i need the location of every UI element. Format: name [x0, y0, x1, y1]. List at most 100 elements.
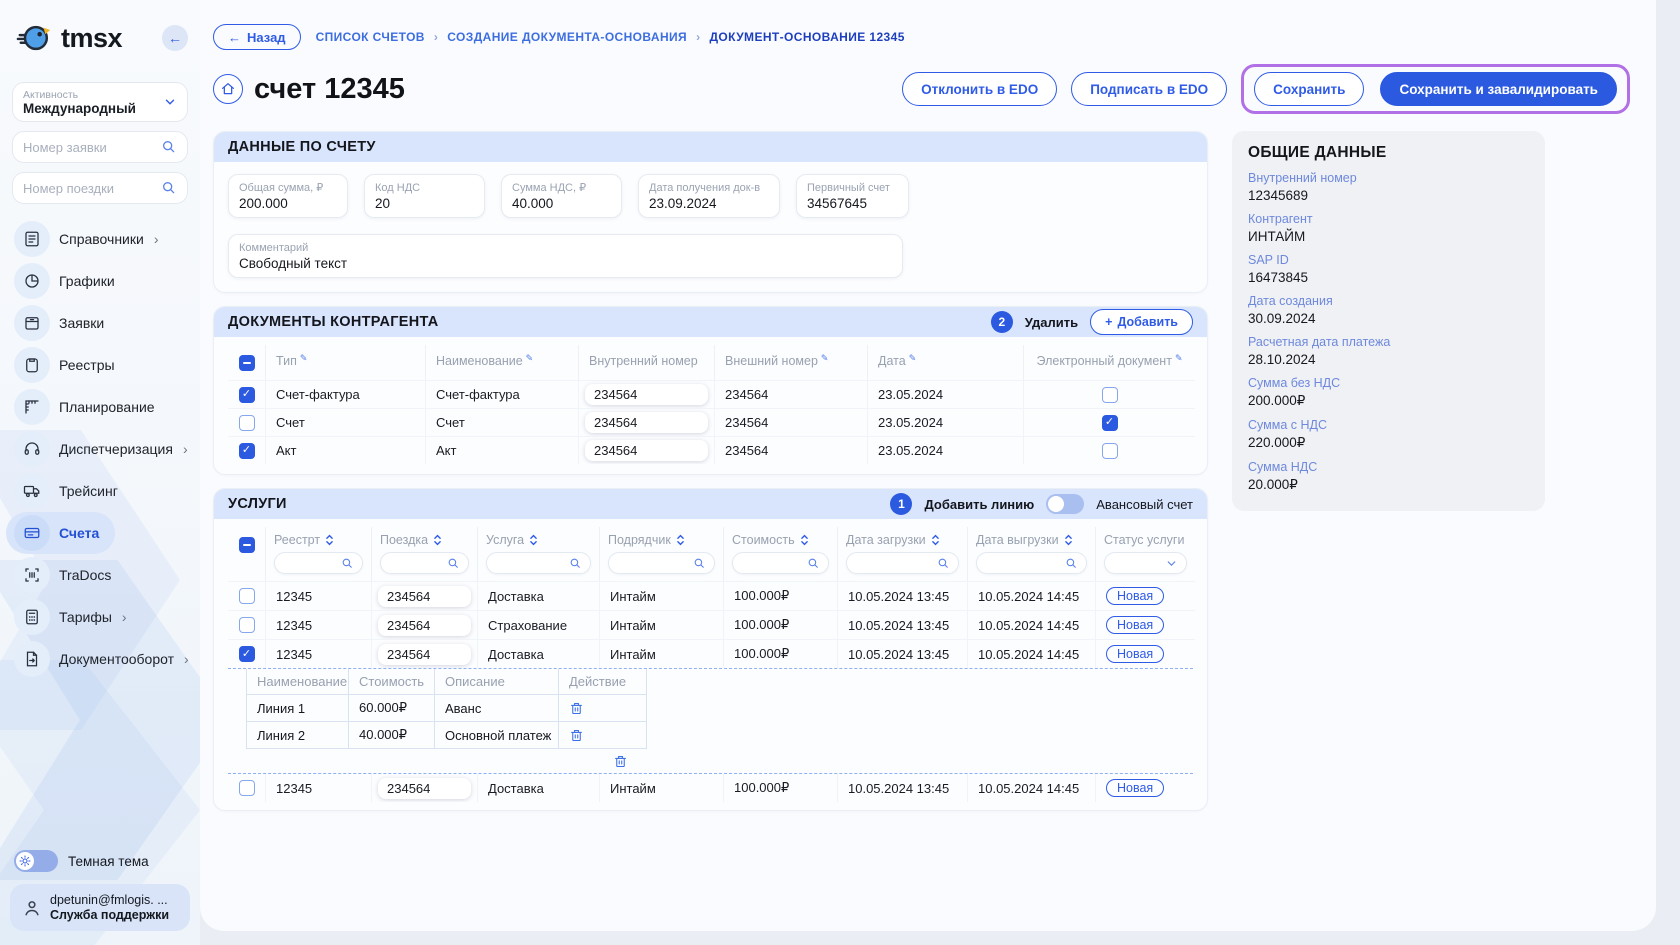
breadcrumb-create-base-document[interactable]: СОЗДАНИЕ ДОКУМЕНТА-ОСНОВАНИЯ [447, 30, 687, 44]
sort-icon[interactable] [800, 533, 809, 547]
logo-text: tmsx [61, 22, 123, 53]
cost-filter-input[interactable] [741, 556, 807, 570]
status-badge: Новая [1106, 587, 1165, 605]
arrow-left-icon: ← [168, 30, 182, 46]
internal-number-input[interactable]: 234564 [585, 384, 708, 405]
sign-edo-button[interactable]: Подписать в EDO [1071, 72, 1228, 106]
delete-documents-button[interactable]: Удалить [1025, 315, 1078, 330]
row-checkbox[interactable] [238, 442, 255, 459]
column-filter [380, 552, 469, 574]
search-icon [161, 180, 177, 196]
row-checkbox[interactable] [238, 780, 255, 796]
delete-line-button[interactable] [569, 728, 584, 743]
panel-title: УСЛУГИ [228, 496, 287, 512]
row-checkbox[interactable] [238, 617, 255, 633]
sort-icon[interactable] [1064, 533, 1073, 547]
chevron-down-icon [163, 95, 177, 109]
advance-invoice-toggle[interactable] [1046, 494, 1085, 514]
documents-table: Тип ✎ Наименование ✎ Внутренний номер Внеш… [228, 345, 1195, 464]
home-button[interactable] [213, 74, 243, 104]
vat-amount-field[interactable]: Сумма НДС, ₽ 40.000 [501, 174, 622, 218]
sidebar-item-tarify[interactable]: Тарифы › [6, 596, 194, 638]
trash-icon [614, 755, 626, 768]
registry-filter-input[interactable] [283, 556, 341, 570]
table-row [228, 774, 265, 802]
table-row [228, 436, 265, 464]
service-filter-input[interactable] [495, 556, 569, 570]
delete-expanded-row-button[interactable] [613, 754, 628, 769]
unload-date-filter-input[interactable] [985, 556, 1065, 570]
sidebar-item-tradocs[interactable]: TraDocs [6, 554, 194, 596]
activity-select[interactable]: Активность Международный [12, 82, 188, 122]
edoc-checkbox[interactable] [1101, 442, 1118, 459]
search-icon [807, 557, 820, 570]
edoc-checkbox[interactable] [1101, 414, 1118, 431]
truck-icon [14, 473, 50, 509]
sidebar-item-dispetcherizaciya[interactable]: Диспетчеризация › [6, 428, 194, 470]
sort-icon[interactable] [433, 533, 442, 547]
internal-number-input[interactable]: 234564 [585, 440, 708, 461]
trip-number-input[interactable]: 234564 [378, 614, 471, 636]
contractor-filter-input[interactable] [617, 556, 693, 570]
invoice-data-panel: ДАННЫЕ ПО СЧЕТУ Общая сумма, ₽ 200.000 К… [213, 131, 1208, 293]
breadcrumb-invoices-list[interactable]: СПИСОК СЧЕТОВ [316, 30, 425, 44]
back-button[interactable]: ← Назад [213, 24, 301, 50]
row-checkbox[interactable] [238, 588, 255, 604]
status-filter-select[interactable] [1104, 552, 1187, 574]
edoc-checkbox[interactable] [1101, 386, 1118, 403]
comment-field[interactable]: Комментарий Свободный текст [228, 234, 903, 278]
row-checkbox[interactable] [238, 646, 255, 662]
delete-line-button[interactable] [569, 701, 584, 716]
docs-received-date-field[interactable]: Дата получения док-в 23.09.2024 [638, 174, 780, 218]
sort-icon[interactable] [529, 533, 538, 547]
total-amount-field[interactable]: Общая сумма, ₽ 200.000 [228, 174, 348, 218]
internal-number-input[interactable]: 234564 [585, 412, 708, 433]
breadcrumb-base-document: ДОКУМЕНТ-ОСНОВАНИЕ 12345 [709, 30, 905, 44]
row-checkbox[interactable] [238, 386, 255, 403]
sidebar-menu: Справочники › Графики Заявки Реестры План… [0, 218, 200, 680]
vat-code-field[interactable]: Код НДС 20 [364, 174, 485, 218]
sidebar-item-reestry[interactable]: Реестры [6, 344, 194, 386]
calculator-icon [14, 599, 50, 635]
load-date-filter-input[interactable] [855, 556, 937, 570]
select-all-checkbox[interactable] [238, 537, 255, 553]
edit-pencil-icon: ✎ [1174, 353, 1183, 363]
save-button[interactable]: Сохранить [1254, 72, 1365, 106]
add-line-button[interactable]: Добавить линию [924, 497, 1034, 512]
trip-number-input[interactable]: 234564 [378, 777, 471, 799]
theme-toggle[interactable] [14, 850, 58, 872]
request-number-input[interactable] [23, 139, 155, 155]
activity-label: Активность [23, 88, 79, 101]
sidebar-item-planirovanie[interactable]: Планирование [6, 386, 194, 428]
sidebar-item-scheta[interactable]: Счета [6, 512, 116, 554]
trip-number-input[interactable]: 234564 [378, 585, 471, 607]
primary-invoice-field[interactable]: Первичный счет 34567645 [796, 174, 909, 218]
sort-icon[interactable] [931, 533, 940, 547]
selected-count-badge: 1 [890, 493, 913, 515]
sidebar: tmsx ← Активность Международный Справочн… [0, 0, 200, 945]
sidebar-item-spravochniki[interactable]: Справочники › [6, 218, 194, 260]
chevron-right-icon: › [433, 30, 439, 44]
sort-icon[interactable] [676, 533, 685, 547]
activity-value: Международный [23, 100, 136, 116]
row-checkbox[interactable] [238, 414, 255, 431]
sidebar-item-dokumentooborot[interactable]: Документооборот › [6, 638, 194, 680]
sidebar-item-grafiki[interactable]: Графики [6, 260, 194, 302]
sidebar-item-zayavki[interactable]: Заявки [6, 302, 194, 344]
sort-icon[interactable] [325, 533, 334, 547]
panel-title: ОБЩИЕ ДАННЫЕ [1248, 144, 1387, 161]
sidebar-collapse-button[interactable]: ← [162, 25, 188, 51]
search-icon [1065, 557, 1078, 570]
sidebar-item-treysing[interactable]: Трейсинг [6, 470, 194, 512]
user-card[interactable]: dpetunin@fmlogis. ... Служба поддержки [10, 884, 190, 931]
trip-number-input[interactable] [23, 180, 155, 196]
save-and-validate-button[interactable]: Сохранить и завалидировать [1380, 72, 1617, 106]
trip-filter-input[interactable] [389, 556, 447, 570]
table-row [228, 380, 265, 408]
trip-number-input[interactable]: 234564 [378, 643, 471, 665]
select-all-checkbox[interactable] [238, 355, 255, 371]
add-document-button[interactable]: + Добавить [1090, 309, 1193, 335]
reject-edo-button[interactable]: Отклонить в EDO [902, 72, 1058, 106]
edit-pencil-icon: ✎ [908, 353, 917, 363]
highlight-outline: Сохранить Сохранить и завалидировать [1241, 64, 1630, 114]
